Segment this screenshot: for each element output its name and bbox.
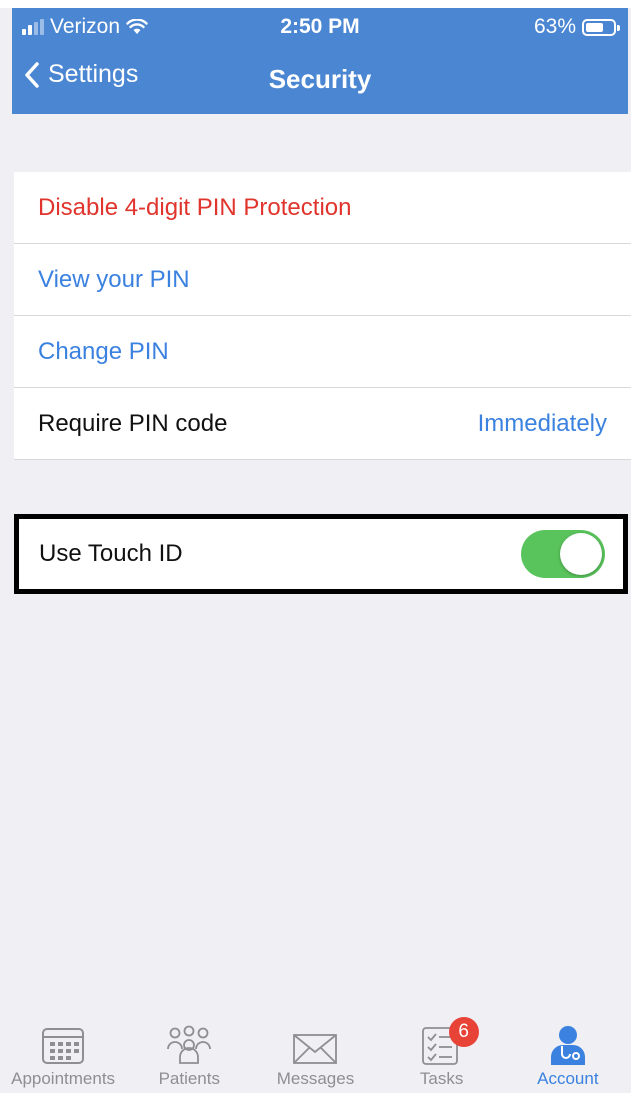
disable-pin-row[interactable]: Disable 4-digit PIN Protection	[14, 172, 631, 244]
tasks-badge: 6	[448, 1017, 479, 1047]
disable-pin-label: Disable 4-digit PIN Protection	[38, 193, 352, 221]
change-pin-label: Change PIN	[38, 337, 169, 365]
toggle-knob	[560, 533, 602, 575]
tab-label: Patients	[158, 1069, 220, 1088]
tab-appointments[interactable]: Appointments	[0, 1025, 126, 1089]
require-pin-row[interactable]: Require PIN code Immediately	[14, 388, 631, 460]
pin-settings-group: Disable 4-digit PIN Protection View your…	[14, 172, 631, 460]
view-pin-label: View your PIN	[38, 265, 190, 293]
patients-icon	[167, 1025, 212, 1064]
nav-row: Settings Security	[12, 56, 628, 104]
touch-id-label: Use Touch ID	[39, 540, 183, 567]
change-pin-row[interactable]: Change PIN	[14, 316, 631, 388]
tab-label: Appointments	[11, 1069, 116, 1088]
envelope-icon	[293, 1034, 338, 1064]
battery-icon	[582, 18, 620, 36]
doctor-icon	[550, 1026, 585, 1065]
status-bar: Verizon 2:50 PM 63%	[12, 8, 628, 48]
page-title: Security	[268, 64, 372, 94]
require-pin-label: Require PIN code	[38, 409, 228, 437]
touch-id-row: Use Touch ID	[14, 514, 628, 594]
tab-bar: Appointments Patients Messages 6 Tasks A…	[0, 1017, 631, 1093]
status-right: 63%	[533, 15, 620, 39]
navigation-bar: Verizon 2:50 PM 63% Settings Security	[12, 8, 628, 114]
tab-tasks[interactable]: 6 Tasks	[379, 1017, 505, 1089]
top-margin	[0, 0, 631, 8]
require-pin-value: Immediately	[477, 409, 607, 437]
tab-label: Messages	[276, 1069, 355, 1088]
calendar-icon	[42, 1028, 85, 1064]
touch-id-toggle[interactable]	[521, 530, 605, 578]
tab-patients[interactable]: Patients	[126, 1025, 252, 1089]
security-screen: Verizon 2:50 PM 63% Settings Security Di…	[0, 0, 631, 1093]
tab-messages[interactable]: Messages	[252, 1025, 378, 1089]
tab-label: Tasks	[419, 1069, 464, 1088]
tab-account[interactable]: Account	[505, 1025, 631, 1089]
view-pin-row[interactable]: View your PIN	[14, 244, 631, 316]
battery-percent: 63%	[533, 15, 576, 38]
tab-label: Account	[537, 1069, 599, 1088]
